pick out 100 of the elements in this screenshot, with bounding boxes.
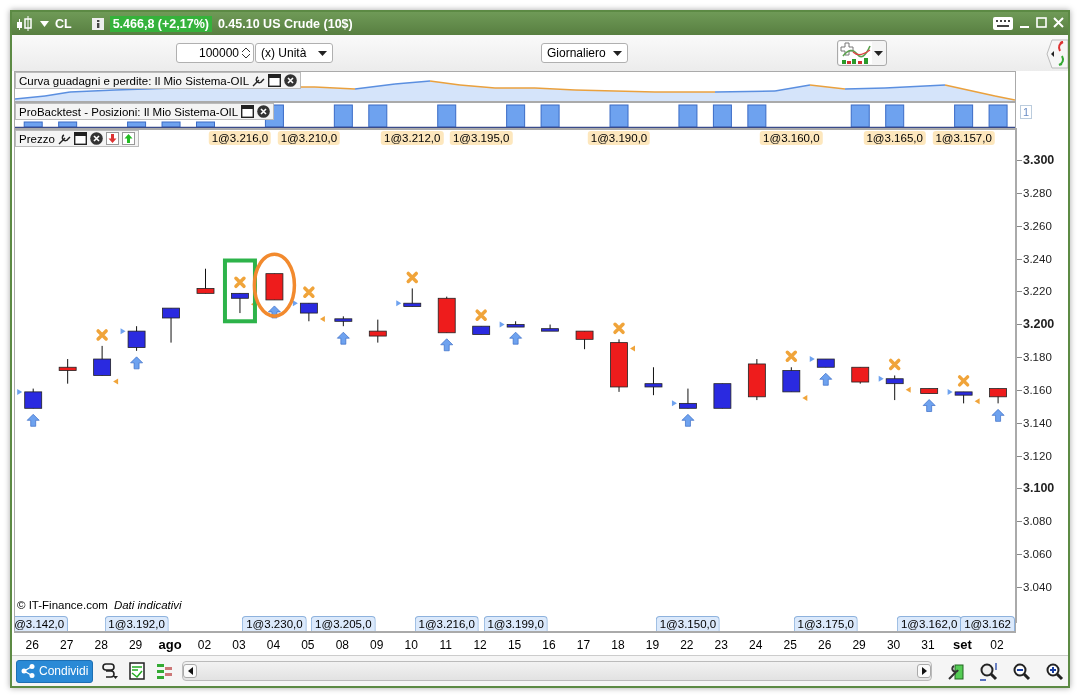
- info-icon[interactable]: [91, 17, 104, 30]
- cross-icon: [957, 375, 970, 387]
- trade-price-label: 1@3.160,0: [760, 131, 823, 145]
- side-panel-toggle-icon[interactable]: [1046, 39, 1068, 69]
- date-axis-label: 17: [575, 637, 592, 654]
- caret-icon: [318, 50, 327, 56]
- indicator-button[interactable]: [837, 40, 887, 66]
- candlestick: [575, 330, 594, 350]
- caret-icon: [613, 50, 622, 56]
- cross-icon: [96, 329, 108, 341]
- date-axis-label: 09: [369, 637, 385, 654]
- candlestick: [506, 320, 525, 328]
- zoom-in-icon[interactable]: [1045, 661, 1064, 681]
- close-icon[interactable]: [89, 132, 103, 145]
- candlestick: [816, 358, 835, 368]
- spinner-arrows-icon: [242, 47, 250, 59]
- candlestick: [644, 366, 663, 396]
- candlestick: [127, 325, 146, 352]
- date-axis-label: 27: [59, 637, 75, 654]
- price-axis-label: 3.160: [1023, 383, 1052, 396]
- date-axis-label: 25: [782, 637, 798, 654]
- scroll-left-button[interactable]: [183, 664, 198, 678]
- right-triangle-icon: [947, 388, 953, 395]
- maximize-icon[interactable]: [1036, 17, 1047, 30]
- trade-price-label: 1@3.192,0: [104, 616, 169, 631]
- left-arrow-icon: [187, 667, 193, 675]
- up-arrow-icon: [337, 331, 350, 345]
- candlestick: [782, 366, 801, 393]
- price-axis-label: 3.240: [1023, 252, 1052, 265]
- date-axis-label: 02: [989, 637, 1005, 654]
- highlight-ellipse: [252, 252, 297, 318]
- up-arrow-icon: [922, 399, 936, 412]
- horizontal-scrollbar[interactable]: [182, 661, 932, 681]
- trade-price-label: 1@3.175,0: [793, 616, 858, 631]
- trade-price-label: 1@3.150,0: [655, 616, 721, 631]
- highlight-rectangle: [222, 258, 257, 324]
- candlestick: [403, 287, 422, 307]
- price-axis-label: 3.180: [1023, 351, 1052, 364]
- cross-icon: [613, 322, 625, 335]
- date-axis-label: 23: [713, 637, 729, 654]
- candlestick: [58, 358, 77, 385]
- left-triangle-icon: [630, 345, 635, 352]
- date-axis-label: 22: [679, 637, 695, 654]
- panel-title: Curva guadagni e perdite: Il Mio Sistema-OIL: [19, 74, 250, 87]
- close-icon[interactable]: [257, 105, 271, 118]
- price-change-badge: 5.466,8 (+2,17%): [109, 15, 212, 32]
- price-axis-label: 3.200: [1023, 317, 1055, 332]
- date-axis-label: ago: [157, 636, 183, 654]
- wrench-icon[interactable]: [252, 74, 266, 87]
- price-axis-label: 3.040: [1023, 580, 1052, 593]
- price-axis-label: 3.080: [1023, 515, 1052, 528]
- left-triangle-icon: [905, 386, 911, 393]
- zoom-fit-icon[interactable]: [979, 661, 998, 681]
- date-axis-label: 08: [334, 637, 350, 654]
- wrench-icon[interactable]: [57, 132, 71, 145]
- period-dropdown[interactable]: Giornaliero: [541, 43, 628, 63]
- cross-icon: [406, 271, 418, 284]
- price-axis-label: 3.100: [1023, 481, 1055, 496]
- cross-icon: [785, 350, 798, 362]
- zoom-out-icon[interactable]: [1012, 661, 1031, 681]
- window-icon[interactable]: [241, 105, 255, 118]
- unit-dropdown[interactable]: (x) Unità: [255, 43, 333, 63]
- quantity-spinner[interactable]: 100000: [176, 43, 254, 63]
- date-axis-label: 30: [885, 637, 902, 654]
- cross-icon: [475, 309, 487, 321]
- candlestick: [93, 345, 112, 376]
- trade-price-label: 1@3.162,0: [896, 616, 962, 631]
- trade-price-label: 1@3.210,0: [277, 131, 341, 145]
- window-icon[interactable]: [268, 74, 282, 87]
- date-axis-label: 11: [438, 637, 453, 654]
- date-axis-label: 05: [300, 637, 316, 654]
- trade-price-label: 1@3.157,0: [932, 131, 995, 145]
- indicator-chart-icon: [839, 42, 872, 64]
- date-axis-label: 10: [403, 637, 419, 654]
- chart-settings-icon[interactable]: [946, 661, 965, 681]
- candlestick: [300, 302, 318, 322]
- link-icon[interactable]: [101, 662, 121, 680]
- trade-price-label: @3.142,0: [15, 616, 69, 631]
- candlestick: [334, 315, 353, 327]
- candlestick: [610, 338, 628, 393]
- window-title: 0.45.10 US Crude (10$): [217, 16, 353, 31]
- price-axis-label: 3.120: [1023, 449, 1052, 462]
- candlestick: [920, 388, 939, 394]
- close-icon[interactable]: [284, 74, 298, 87]
- keyboard-icon[interactable]: [993, 17, 1013, 30]
- up-arrow-icon: [991, 409, 1005, 422]
- date-axis-label: set: [952, 636, 973, 654]
- right-triangle-icon: [878, 375, 884, 382]
- down-arrow-icon[interactable]: [105, 132, 119, 145]
- up-arrow-icon[interactable]: [121, 132, 135, 145]
- order-list-icon[interactable]: [155, 662, 175, 680]
- window-icon[interactable]: [73, 132, 87, 145]
- candlestick: [679, 388, 697, 409]
- right-triangle-icon: [396, 300, 402, 307]
- trade-price-label: 1@3.165,0: [863, 131, 926, 145]
- report-icon[interactable]: [128, 662, 148, 680]
- scroll-right-button[interactable]: [917, 664, 931, 678]
- right-triangle-icon: [292, 300, 298, 307]
- share-button[interactable]: Condividi: [16, 659, 94, 683]
- candlestick-icon: [16, 15, 34, 32]
